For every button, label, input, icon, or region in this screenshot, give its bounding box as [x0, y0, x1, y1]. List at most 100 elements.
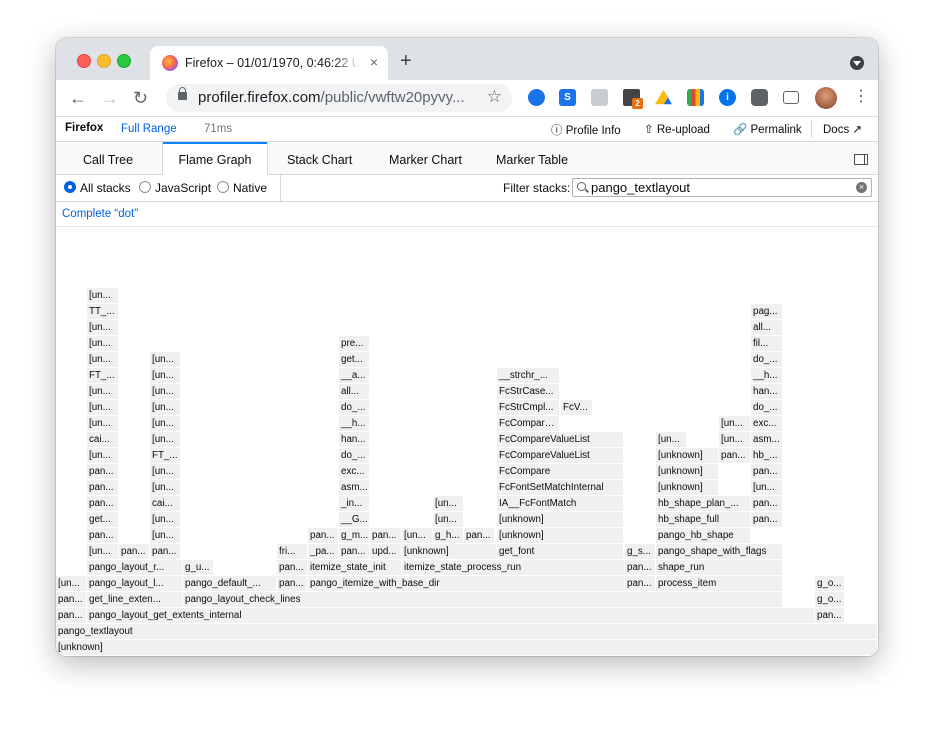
flame-frame[interactable]: [un... [56, 576, 87, 591]
extension-bars-icon[interactable] [687, 89, 704, 106]
flame-frame[interactable]: __G... [339, 512, 370, 527]
flame-frame[interactable]: do_... [339, 400, 370, 415]
flame-frame[interactable]: [un... [150, 432, 181, 447]
flame-frame[interactable]: process_item [656, 576, 783, 591]
window-close-button[interactable] [77, 54, 91, 68]
flame-frame[interactable]: get... [87, 512, 119, 527]
native-radio[interactable] [217, 181, 229, 193]
flame-frame[interactable]: pan... [625, 576, 656, 591]
flame-frame[interactable]: [un... [87, 384, 119, 399]
flame-frame[interactable]: cai... [150, 496, 181, 511]
flame-frame[interactable]: _in... [339, 496, 370, 511]
flame-frame[interactable]: __strchr_... [497, 368, 560, 383]
flame-frame[interactable]: do_... [751, 400, 783, 415]
flame-frame[interactable]: [un... [87, 416, 119, 431]
filter-stacks-input[interactable]: pango_textlayout × [572, 178, 872, 197]
cast-icon[interactable] [783, 91, 799, 104]
window-minimize-button[interactable] [97, 54, 111, 68]
browser-tab[interactable]: Firefox – 01/01/1970, 0:46:22 UTC × [150, 46, 388, 80]
flame-frame[interactable]: [un... [87, 400, 119, 415]
google-drive-icon[interactable] [655, 89, 672, 105]
flame-frame[interactable]: FcStrCase... [497, 384, 560, 399]
forward-arrow-icon[interactable]: → [101, 87, 119, 109]
flame-frame[interactable]: [un... [150, 368, 181, 383]
flame-frame[interactable]: pan... [339, 544, 370, 559]
flame-frame[interactable]: hb_... [751, 448, 783, 463]
flame-frame[interactable]: [un... [402, 528, 433, 543]
flame-frame[interactable]: pango_layout_get_extents_internal [87, 608, 815, 623]
profile-avatar[interactable] [815, 87, 837, 109]
breadcrumb-complete-dot[interactable]: Complete “dot” [62, 208, 138, 220]
flame-frame[interactable]: g_s... [625, 544, 656, 559]
flame-frame[interactable]: [un... [87, 544, 119, 559]
all-stacks-radio[interactable] [64, 181, 76, 193]
flame-frame[interactable]: FT_... [150, 448, 181, 463]
flame-frame[interactable]: pan... [464, 528, 495, 543]
flame-frame[interactable]: g_o... [815, 592, 845, 607]
flame-frame[interactable]: pre... [339, 336, 370, 351]
flame-frame[interactable]: FT_... [87, 368, 119, 383]
javascript-radio[interactable] [139, 181, 151, 193]
flame-frame[interactable]: fil... [751, 336, 783, 351]
extension-badge-icon[interactable] [591, 89, 608, 106]
flame-frame[interactable]: IA__FcFontMatch [497, 496, 624, 511]
reload-icon[interactable]: ↻ [133, 87, 148, 109]
flame-frame[interactable]: asm... [339, 480, 370, 495]
flame-frame[interactable]: all... [751, 320, 783, 335]
flame-frame[interactable]: FcCompare [497, 464, 624, 479]
flame-frame[interactable]: get_font [497, 544, 624, 559]
flame-frame[interactable]: [un... [150, 400, 181, 415]
window-maximize-button[interactable] [117, 54, 131, 68]
flame-frame[interactable]: TT_... [87, 304, 119, 319]
flame-frame[interactable]: han... [339, 432, 370, 447]
flame-frame[interactable]: [un... [87, 448, 119, 463]
flame-frame[interactable]: itemize_state_process_run [402, 560, 625, 575]
flame-frame[interactable]: __a... [339, 368, 370, 383]
flame-frame[interactable]: [un... [719, 416, 751, 431]
flame-frame[interactable]: [un... [150, 464, 181, 479]
flame-frame[interactable]: pango_shape_with_flags [656, 544, 783, 559]
flame-frame[interactable]: __h... [339, 416, 370, 431]
flame-frame[interactable]: __h... [751, 368, 783, 383]
flame-frame[interactable]: pango_default_... [183, 576, 277, 591]
flame-frame[interactable]: pan... [277, 576, 308, 591]
flame-frame[interactable]: FcCompareFamily [497, 416, 560, 431]
filter-value[interactable]: pango_textlayout [591, 180, 690, 195]
flame-frame[interactable]: [un... [150, 352, 181, 367]
flame-frame[interactable]: shape_run [656, 560, 783, 575]
flame-frame[interactable]: [un... [150, 512, 181, 527]
flame-frame[interactable]: pan... [308, 528, 339, 543]
flame-frame[interactable]: pan... [87, 528, 119, 543]
flame-frame[interactable]: [un... [87, 288, 119, 303]
flame-frame[interactable]: g_h... [433, 528, 464, 543]
tab-search-icon[interactable] [850, 56, 864, 70]
extension-globe-icon[interactable] [528, 89, 545, 106]
flame-frame[interactable]: [un... [656, 432, 687, 447]
extension-s-icon[interactable]: S [559, 89, 576, 106]
flame-frame[interactable]: pan... [87, 464, 119, 479]
flame-frame[interactable]: pan... [56, 592, 87, 607]
flame-frame[interactable]: pan... [277, 560, 308, 575]
flame-frame[interactable]: han... [751, 384, 783, 399]
flame-frame[interactable]: all... [339, 384, 370, 399]
menu-kebab-icon[interactable]: ⋮ [853, 87, 869, 107]
flame-frame[interactable]: get_line_exten... [87, 592, 183, 607]
flame-frame[interactable]: pango_layout_check_lines [183, 592, 783, 607]
flame-frame[interactable]: pango_layout_l... [87, 576, 183, 591]
flame-frame[interactable]: pan... [150, 544, 181, 559]
flame-frame[interactable]: g_o... [815, 576, 845, 591]
flame-frame[interactable]: FcStrCmpl... [497, 400, 560, 415]
flame-frame[interactable]: [un... [719, 432, 751, 447]
reupload-button[interactable]: ⇧ Re-upload [644, 122, 710, 136]
flame-frame[interactable]: exc... [339, 464, 370, 479]
flame-frame[interactable]: pan... [751, 496, 783, 511]
flame-frame[interactable]: [unknown] [56, 640, 878, 655]
flame-frame[interactable]: pag... [751, 304, 783, 319]
flame-frame[interactable]: pan... [751, 464, 783, 479]
flame-frame[interactable]: pango_hb_shape [656, 528, 751, 543]
address-bar[interactable]: profiler.firefox.com/public/vwftw20pyvy.… [166, 84, 512, 112]
tab-close-icon[interactable]: × [370, 54, 378, 70]
flame-frame[interactable]: [unknown] [656, 480, 719, 495]
flame-frame[interactable]: pan... [625, 560, 656, 575]
flame-frame[interactable]: pan... [815, 608, 845, 623]
